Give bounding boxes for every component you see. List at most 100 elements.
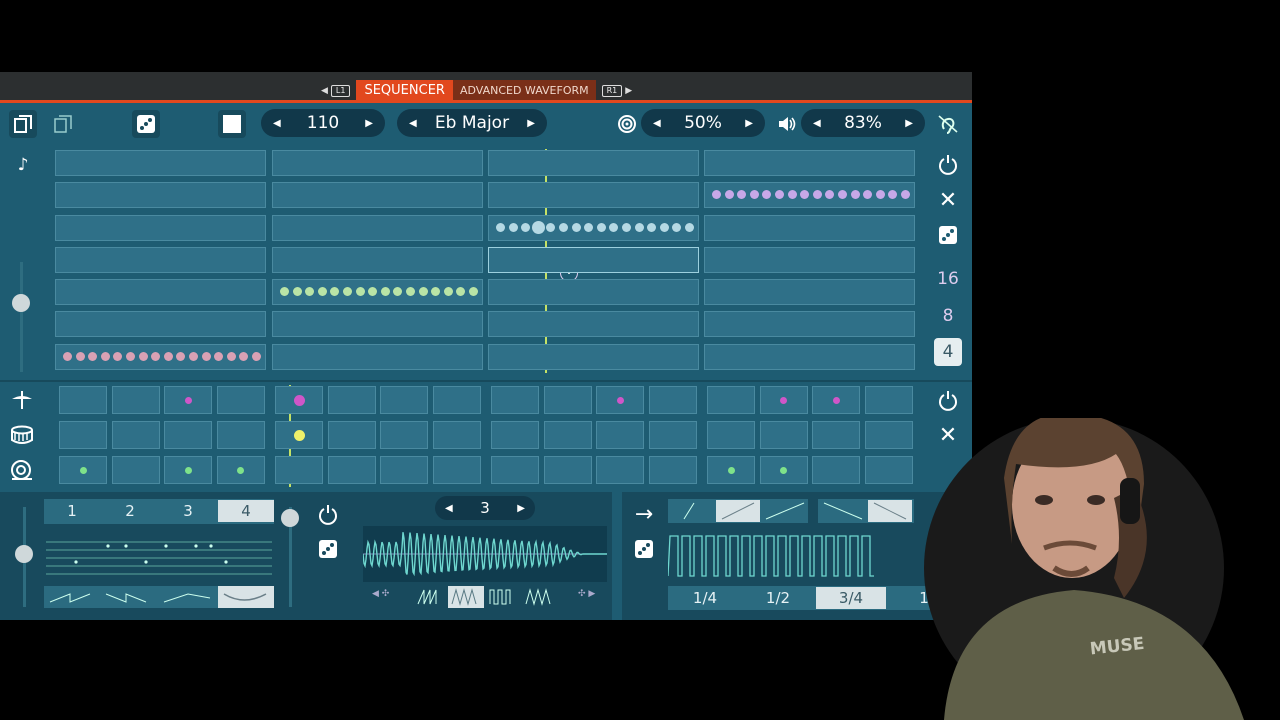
note-dot[interactable] [63, 352, 72, 361]
note-dot[interactable] [252, 352, 261, 361]
dice-icon[interactable] [132, 110, 160, 138]
drum-step[interactable] [491, 421, 539, 449]
stop-button[interactable] [218, 110, 246, 138]
melody-cell[interactable] [704, 215, 915, 241]
drum-step[interactable] [111, 456, 160, 484]
note-dot[interactable] [189, 352, 198, 361]
note-dot[interactable] [775, 190, 784, 199]
note-dot[interactable] [292, 287, 302, 296]
drum-step[interactable] [596, 421, 644, 449]
drum-step[interactable] [543, 386, 592, 414]
note-dot[interactable] [850, 190, 860, 199]
drum-step[interactable] [812, 421, 860, 449]
note-dot[interactable] [75, 352, 85, 361]
melody-cell[interactable] [488, 279, 699, 305]
drum-step[interactable] [648, 456, 697, 484]
note-dot[interactable] [724, 190, 734, 199]
scale-control[interactable]: ◀ Eb Major ▶ [397, 109, 547, 137]
melody-cell[interactable] [704, 344, 915, 370]
note-dot[interactable] [875, 190, 885, 199]
drum-power-icon[interactable] [934, 386, 962, 414]
lfo-shape-options[interactable] [668, 499, 918, 523]
drum-step[interactable] [59, 421, 107, 449]
drum-hit-dot[interactable] [616, 396, 624, 404]
drum-step[interactable] [59, 386, 107, 414]
melody-cell[interactable] [488, 311, 699, 337]
tab-sequencer[interactable]: SEQUENCER [356, 80, 453, 102]
tempo-control[interactable]: ◀ 110 ▶ [261, 109, 385, 137]
melody-cell[interactable] [55, 150, 266, 176]
rate-option-1-4[interactable]: 1/4 [670, 587, 740, 609]
pattern-tab-4[interactable]: 4 [218, 500, 274, 522]
drum-step[interactable] [543, 421, 592, 449]
drum-hit-dot[interactable] [832, 396, 840, 404]
note-dot[interactable] [280, 287, 289, 296]
pattern-tab-1[interactable]: 1 [44, 500, 100, 522]
tab-advanced-waveform[interactable]: ADVANCED WAVEFORM [452, 80, 596, 102]
tab-right-chevron-icon[interactable]: ▶ [625, 86, 632, 96]
drum-step[interactable] [327, 386, 376, 414]
copy-icon[interactable] [9, 110, 37, 138]
melody-volume-handle[interactable] [12, 294, 30, 312]
melody-cell[interactable] [704, 150, 915, 176]
drum-hit-dot[interactable] [293, 394, 305, 406]
drum-hit-dot[interactable] [184, 396, 192, 404]
drum-step[interactable] [648, 386, 697, 414]
drum-step[interactable] [432, 386, 481, 414]
note-dot[interactable] [812, 190, 822, 199]
note-dot[interactable] [712, 190, 721, 199]
drum-step[interactable] [380, 421, 428, 449]
note-dot[interactable] [469, 287, 478, 296]
drum-step[interactable] [596, 456, 644, 484]
octave-control[interactable]: ◀ 3 ▶ [435, 496, 535, 520]
drum-step[interactable] [491, 386, 539, 414]
melody-cell[interactable] [272, 182, 483, 208]
note-dot[interactable] [163, 352, 173, 361]
pattern-volume-slider[interactable] [15, 507, 33, 607]
lfo-dice-icon[interactable] [630, 535, 658, 563]
paste-icon[interactable] [49, 110, 77, 138]
drum-step[interactable] [491, 456, 539, 484]
note-dot[interactable] [531, 221, 545, 234]
octave-decrease-icon[interactable]: ◀ [445, 503, 453, 514]
drum-step[interactable] [111, 386, 160, 414]
melody-cell[interactable] [55, 247, 266, 273]
note-dot[interactable] [100, 352, 110, 361]
melody-cell[interactable] [704, 247, 915, 273]
pattern-tab-3[interactable]: 3 [160, 500, 216, 522]
drum-step[interactable] [275, 456, 323, 484]
step-length-16[interactable]: 16 [934, 265, 962, 293]
drum-step[interactable] [432, 456, 481, 484]
drum-step[interactable] [707, 421, 755, 449]
drum-hit-dot[interactable] [780, 396, 787, 404]
note-dot[interactable] [596, 223, 606, 232]
pattern-mix-handle[interactable] [281, 509, 299, 527]
octave-increase-icon[interactable]: ▶ [517, 503, 525, 514]
note-dot[interactable] [226, 352, 236, 361]
tempo-increase-icon[interactable]: ▶ [365, 118, 373, 129]
melody-cell[interactable] [272, 344, 483, 370]
melody-dice-icon[interactable] [934, 221, 962, 249]
step-length-8[interactable]: 8 [934, 302, 962, 330]
note-dot[interactable] [443, 287, 453, 296]
drum-step[interactable] [707, 386, 755, 414]
pattern-power-icon[interactable] [314, 500, 342, 528]
note-dot[interactable] [380, 287, 390, 296]
note-dot[interactable] [138, 352, 148, 361]
note-dot[interactable] [343, 287, 352, 296]
drum-step[interactable] [327, 456, 376, 484]
pattern-tab-2[interactable]: 2 [102, 500, 158, 522]
drum-step[interactable] [759, 421, 808, 449]
note-dot[interactable] [418, 287, 428, 296]
drum-hit-dot[interactable] [780, 466, 787, 474]
note-dot[interactable] [749, 190, 759, 199]
note-dot[interactable] [787, 190, 797, 199]
volume-increase-icon[interactable]: ▶ [905, 118, 913, 129]
ear-icon[interactable] [934, 110, 962, 138]
arrow-right-icon[interactable]: → [630, 500, 658, 528]
waveform-type-icons[interactable] [414, 586, 560, 608]
drum-hit-dot[interactable] [79, 466, 87, 474]
drum-hit-dot[interactable] [184, 466, 192, 474]
note-dot[interactable] [838, 190, 847, 199]
note-dot[interactable] [685, 223, 694, 232]
